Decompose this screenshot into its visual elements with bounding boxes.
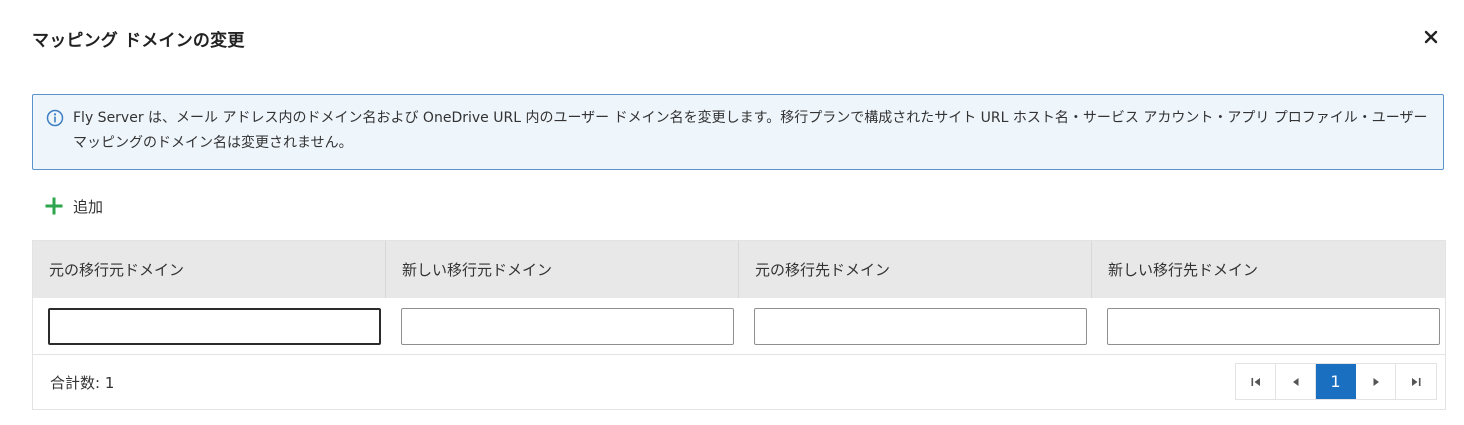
previous-page-button[interactable] — [1276, 364, 1316, 399]
new-source-domain-input[interactable] — [401, 308, 734, 345]
new-destination-domain-input[interactable] — [1107, 308, 1440, 345]
column-header-new-destination-domain[interactable]: 新しい移行先ドメイン — [1092, 241, 1445, 298]
previous-page-icon — [1292, 377, 1298, 386]
info-banner: Fly Server は、メール アドレス内のドメイン名および OneDrive… — [32, 94, 1444, 170]
dialog-title: マッピング ドメインの変更 — [32, 31, 245, 51]
next-page-icon — [1373, 377, 1379, 386]
close-icon — [1424, 30, 1438, 44]
add-button[interactable]: 追加 — [44, 194, 103, 218]
plus-icon — [45, 197, 63, 215]
table-footer: 合計数: 1 1 — [33, 355, 1445, 409]
original-source-domain-input[interactable] — [48, 308, 381, 345]
close-button[interactable] — [1418, 24, 1444, 50]
pagination: 1 — [1235, 363, 1437, 400]
first-page-button[interactable] — [1236, 364, 1276, 399]
first-page-icon — [1251, 377, 1260, 386]
last-page-icon — [1412, 377, 1421, 386]
last-page-button[interactable] — [1396, 364, 1436, 399]
info-message: Fly Server は、メール アドレス内のドメイン名および OneDrive… — [73, 110, 1428, 151]
column-header-original-destination-domain[interactable]: 元の移行先ドメイン — [739, 241, 1092, 298]
column-header-original-source-domain[interactable]: 元の移行元ドメイン — [33, 241, 386, 298]
table-row — [33, 298, 1445, 355]
domain-mapping-table: 元の移行元ドメイン 新しい移行元ドメイン 元の移行先ドメイン 新しい移行先ドメイ… — [32, 240, 1446, 410]
table-header: 元の移行元ドメイン 新しい移行元ドメイン 元の移行先ドメイン 新しい移行先ドメイ… — [33, 241, 1445, 298]
add-button-label: 追加 — [73, 197, 104, 216]
info-circle-icon — [46, 109, 64, 127]
original-destination-domain-input[interactable] — [754, 308, 1087, 345]
page-button-current[interactable]: 1 — [1316, 364, 1356, 399]
total-count: 合計数: 1 — [50, 374, 115, 392]
next-page-button[interactable] — [1356, 364, 1396, 399]
column-header-new-source-domain[interactable]: 新しい移行元ドメイン — [386, 241, 739, 298]
